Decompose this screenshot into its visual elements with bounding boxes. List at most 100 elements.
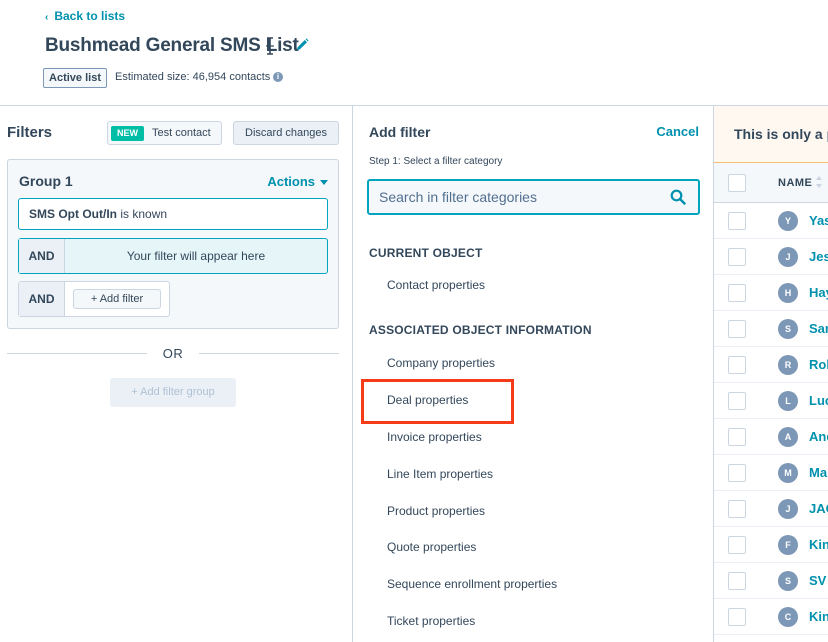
table-header: NAME <box>714 163 828 203</box>
filter-placeholder-row: AND Your filter will appear here <box>18 238 328 274</box>
name-column-header[interactable]: NAME <box>778 177 812 189</box>
add-filter-button[interactable]: + Add filter <box>73 289 161 309</box>
avatar: R <box>778 355 798 375</box>
row-checkbox[interactable] <box>728 536 746 554</box>
or-separator: OR <box>7 344 339 364</box>
actions-dropdown[interactable]: Actions <box>267 174 328 189</box>
back-to-lists-link[interactable]: ‹ Back to lists <box>45 9 125 23</box>
row-checkbox[interactable] <box>728 464 746 482</box>
avatar: J <box>778 247 798 267</box>
test-contact-button[interactable]: NEW Test contact <box>107 121 222 145</box>
table-row[interactable]: M Ma <box>714 455 828 491</box>
row-checkbox[interactable] <box>728 428 746 446</box>
contact-name-link[interactable]: Sar <box>809 321 828 336</box>
cancel-button[interactable]: Cancel <box>656 124 699 139</box>
current-object-heading: CURRENT OBJECT <box>369 246 483 260</box>
test-contact-label: Test contact <box>152 127 211 139</box>
caret-down-icon <box>320 180 328 186</box>
category-ticket-properties[interactable]: Ticket properties <box>387 614 475 628</box>
add-filter-group-label: Add filter group <box>140 386 215 398</box>
table-row[interactable]: S SV <box>714 563 828 599</box>
category-contact-properties[interactable]: Contact properties <box>387 278 485 292</box>
contact-name-link[interactable]: JAC <box>809 501 828 516</box>
category-company-properties[interactable]: Company properties <box>387 356 495 370</box>
table-row[interactable]: J Jes <box>714 239 828 275</box>
and-label: AND <box>19 239 65 273</box>
category-line-item-properties[interactable]: Line Item properties <box>387 467 493 481</box>
table-row[interactable]: A And <box>714 419 828 455</box>
edit-pencil-icon[interactable] <box>294 37 310 53</box>
search-icon[interactable] <box>670 189 686 205</box>
contact-name-link[interactable]: Ma <box>809 465 827 480</box>
search-box <box>367 179 700 215</box>
avatar: L <box>778 391 798 411</box>
info-icon[interactable]: i <box>273 72 283 82</box>
filter-condition: is known <box>120 207 168 221</box>
row-checkbox[interactable] <box>728 500 746 518</box>
actions-label: Actions <box>267 174 315 189</box>
row-checkbox[interactable] <box>728 392 746 410</box>
table-row[interactable]: C Kin <box>714 599 828 635</box>
avatar: Y <box>778 211 798 231</box>
contact-name-link[interactable]: Jes <box>809 249 828 264</box>
preview-table-panel: This is only a p NAME Y Yas J Jes H Hay S Sar RR… <box>713 106 828 642</box>
new-tag: NEW <box>111 126 144 141</box>
filters-panel: Filters NEW Test contact Discard changes… <box>0 106 352 642</box>
contact-name-link[interactable]: Kin <box>809 537 828 552</box>
category-quote-properties[interactable]: Quote properties <box>387 540 476 554</box>
table-row[interactable]: F Kin <box>714 527 828 563</box>
estimated-size: Estimated size: 46,954 contacts <box>115 71 271 83</box>
table-row[interactable]: R Rob <box>714 347 828 383</box>
preview-notice-text: This is only a p <box>734 126 828 142</box>
filter-placeholder-text: Your filter will appear here <box>126 249 266 263</box>
contact-name-link[interactable]: Kin <box>809 609 828 624</box>
avatar: A <box>778 427 798 447</box>
row-checkbox[interactable] <box>728 572 746 590</box>
category-sequence-enrollment-properties[interactable]: Sequence enrollment properties <box>387 577 557 591</box>
contact-name-link[interactable]: Luc <box>809 393 828 408</box>
table-row[interactable]: S Sar <box>714 311 828 347</box>
avatar: J <box>778 499 798 519</box>
row-checkbox[interactable] <box>728 212 746 230</box>
add-filter-title: Add filter <box>369 124 431 140</box>
avatar: H <box>778 283 798 303</box>
sort-icon[interactable] <box>815 175 823 189</box>
chevron-left-icon: ‹ <box>45 12 49 23</box>
contact-name-link[interactable]: Rob <box>809 357 828 372</box>
discard-changes-button[interactable]: Discard changes <box>233 121 339 145</box>
search-input[interactable] <box>379 181 659 213</box>
step-label: Step 1: Select a filter category <box>369 156 503 167</box>
contact-name-link[interactable]: Yas <box>809 213 828 228</box>
avatar: F <box>778 535 798 555</box>
filters-title: Filters <box>7 124 53 141</box>
add-filter-label: Add filter <box>99 293 144 305</box>
associated-object-heading: ASSOCIATED OBJECT INFORMATION <box>369 323 592 337</box>
contact-name-link[interactable]: And <box>809 429 828 444</box>
category-invoice-properties[interactable]: Invoice properties <box>387 430 482 444</box>
avatar: M <box>778 463 798 483</box>
row-checkbox[interactable] <box>728 248 746 266</box>
table-row[interactable]: Y Yas <box>714 203 828 239</box>
back-to-lists-label: Back to lists <box>54 9 126 23</box>
add-filter-group-button[interactable]: + Add filter group <box>110 378 236 407</box>
table-row[interactable]: H Hay <box>714 275 828 311</box>
contact-name-link[interactable]: Hay <box>809 285 828 300</box>
status-badge: Active list <box>43 68 107 88</box>
contact-name-link[interactable]: SV <box>809 573 826 588</box>
avatar: S <box>778 571 798 591</box>
row-checkbox[interactable] <box>728 284 746 302</box>
preview-notice: This is only a p <box>714 106 828 163</box>
table-row[interactable]: L Luc <box>714 383 828 419</box>
category-product-properties[interactable]: Product properties <box>387 504 485 518</box>
table-row[interactable]: J JAC <box>714 491 828 527</box>
row-checkbox[interactable] <box>728 320 746 338</box>
avatar: C <box>778 607 798 627</box>
row-checkbox[interactable] <box>728 356 746 374</box>
add-filter-panel: Add filter Cancel Step 1: Select a filte… <box>353 106 713 642</box>
filter-item[interactable]: SMS Opt Out/In is known <box>18 198 328 230</box>
add-filter-row: AND + Add filter <box>18 281 170 317</box>
row-checkbox[interactable] <box>728 608 746 626</box>
filter-group: Group 1 Actions SMS Opt Out/In is known … <box>7 159 339 329</box>
select-all-checkbox[interactable] <box>728 174 746 192</box>
plus-icon: + <box>90 293 100 305</box>
